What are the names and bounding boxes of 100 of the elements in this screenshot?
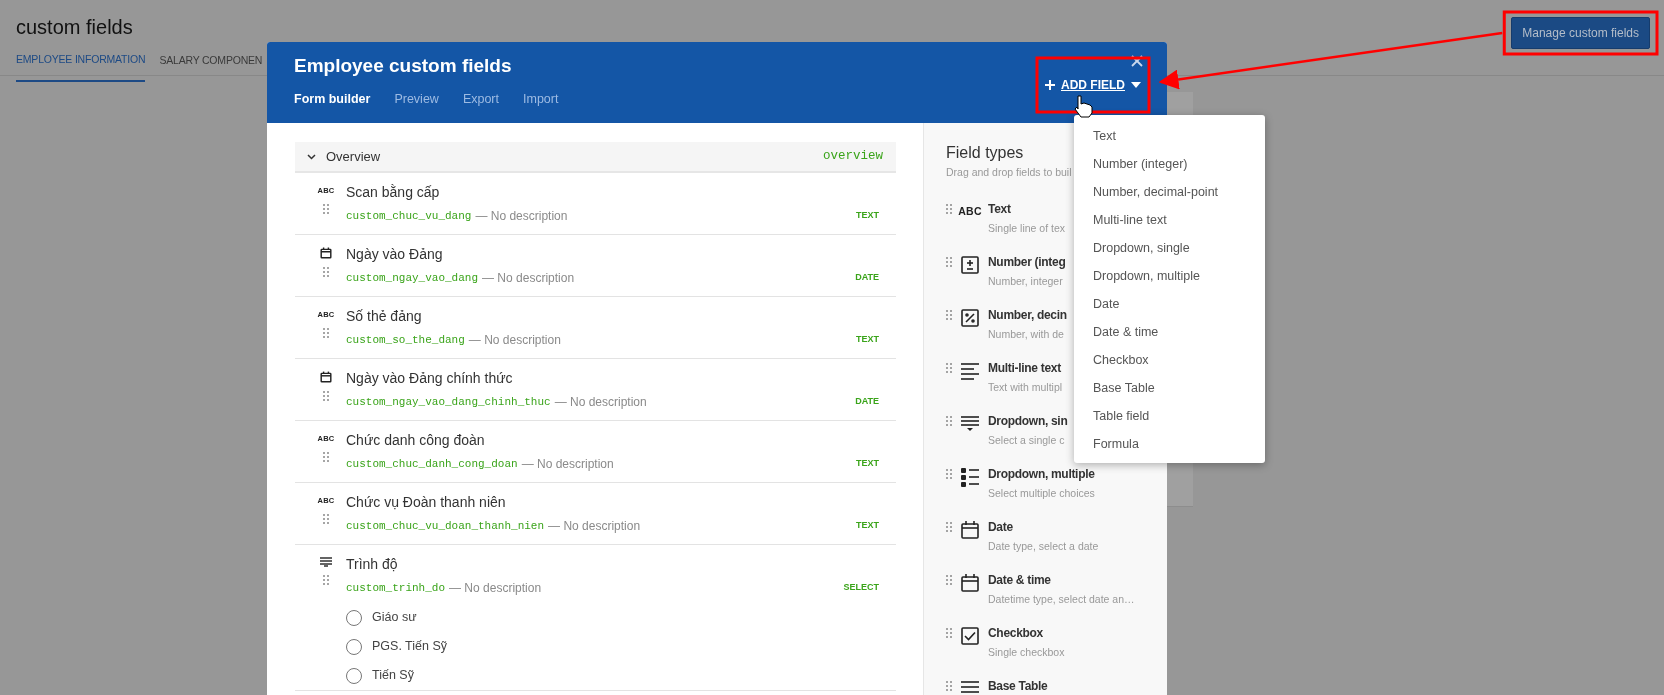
field-description: — No description <box>468 332 561 349</box>
field-type-description: Select a single c <box>988 432 1066 448</box>
dropdown-lines-icon <box>960 414 980 433</box>
field-code: custom_so_the_dang <box>346 332 465 348</box>
drag-handle-icon <box>946 309 952 320</box>
calendar-icon <box>320 247 332 259</box>
field-name: Ngày vào Đảng <box>346 245 444 264</box>
menu-item[interactable]: Number (integer) <box>1074 150 1265 178</box>
drag-handle-icon <box>323 391 329 401</box>
field-description: — No description <box>554 394 647 411</box>
abc-icon: ABC <box>958 203 982 220</box>
field-code: custom_trinh_do <box>346 580 446 596</box>
drag-handle-icon <box>323 204 329 215</box>
section-title: Overview <box>326 147 381 166</box>
menu-item[interactable]: Dropdown, multiple <box>1074 262 1265 290</box>
field-type-label: DATE <box>855 271 879 285</box>
field-type-description: Number, with de <box>988 326 1065 342</box>
drag-handle-icon <box>323 575 329 585</box>
panel-subtitle: Drag and drop fields to buil <box>946 165 1072 180</box>
modal-tab[interactable]: Preview <box>394 89 439 109</box>
menu-item[interactable]: Dropdown, single <box>1074 234 1265 262</box>
field-description: — No description <box>475 208 568 225</box>
bullet-list-icon <box>960 466 980 487</box>
menu-item[interactable]: Date & time <box>1074 318 1265 346</box>
drag-handle-icon <box>946 574 952 585</box>
drag-handle-icon <box>946 415 952 426</box>
field-type-description: Number, integer <box>988 273 1064 289</box>
drag-handle-icon <box>323 267 329 277</box>
field-description: — No description <box>521 456 614 473</box>
field-type-name: Dropdown, multiple <box>988 465 1095 483</box>
manage-button[interactable]: Manage custom fields <box>1511 17 1650 49</box>
percent-box-icon <box>960 307 980 328</box>
menu-item[interactable]: Multi-line text <box>1074 206 1265 234</box>
field-type-description: Single checkbox <box>988 644 1065 660</box>
menu-item[interactable]: Text <box>1074 122 1265 150</box>
drag-handle-icon <box>946 680 952 691</box>
field-name: Chức danh công đoàn <box>346 431 486 450</box>
drag-handle-icon <box>946 521 952 532</box>
section-code: overview <box>823 148 883 166</box>
caret-icon <box>1131 82 1141 88</box>
panel-title: Field types <box>946 143 1024 163</box>
section-header[interactable]: Overview overview <box>295 142 896 173</box>
field-code: custom_ngay_vao_dang <box>346 270 479 286</box>
modal-tab[interactable]: Import <box>523 89 559 109</box>
option-label: PGS. Tiến Sỹ <box>372 638 448 656</box>
drag-handle-icon <box>946 627 952 638</box>
field-description: — No description <box>548 518 641 535</box>
field-type-description: Date type, select a date <box>988 538 1099 554</box>
field-code: custom_chuc_danh_cong_doan <box>346 456 518 472</box>
calendar-icon <box>960 572 980 593</box>
field-type-name: Number (integ <box>988 253 1066 271</box>
field-type-name: Checkbox <box>988 624 1044 642</box>
drag-handle-icon <box>323 514 329 525</box>
menu-item[interactable]: Table field <box>1074 402 1265 430</box>
menu-item[interactable]: Formula <box>1074 430 1265 458</box>
field-name: Trình độ <box>346 555 399 574</box>
field-type-label: TEXT <box>856 333 879 347</box>
field-type-description: Text with multipl <box>988 379 1063 395</box>
field-type-name: Multi-line text <box>988 359 1062 377</box>
close-icon[interactable] <box>1131 55 1143 67</box>
field-code: custom_chuc_vu_doan_thanh_nien <box>346 518 545 534</box>
field-type-name: Dropdown, sin <box>988 412 1068 430</box>
list-lines-icon <box>320 557 332 567</box>
drag-handle-icon <box>323 452 329 463</box>
modal-tab[interactable]: Form builder <box>294 89 371 109</box>
modal-title: Employee custom fields <box>294 55 513 78</box>
drag-handle-icon <box>946 256 952 267</box>
field-type-name: Date & time <box>988 571 1052 589</box>
option-label: Giáo sư <box>372 609 417 627</box>
field-type-name: Date <box>988 518 1014 536</box>
field-description: — No description <box>449 580 542 597</box>
page-title: custom fields <box>16 15 133 40</box>
calendar-icon <box>320 371 332 383</box>
drag-handle-icon <box>946 362 952 373</box>
field-type-description: Datetime type, select date an… <box>988 591 1135 607</box>
drag-handle-icon <box>946 468 952 479</box>
menu-item[interactable]: Number, decimal-point <box>1074 178 1265 206</box>
drag-handle-icon <box>323 328 329 339</box>
plus-minus-box-icon <box>960 254 980 275</box>
drag-handle-icon <box>946 203 952 214</box>
menu-item[interactable]: Date <box>1074 290 1265 318</box>
text-lines-icon <box>960 361 980 380</box>
field-description: — No description <box>482 270 575 287</box>
field-type-label: TEXT <box>856 209 879 223</box>
field-type-name: Base Table <box>988 677 1048 695</box>
field-name: Ngày vào Đảng chính thức <box>346 369 514 388</box>
checkbox-icon <box>960 625 980 646</box>
page-tab[interactable]: SALARY COMPONEN <box>159 51 263 82</box>
add-field-button[interactable]: ADD FIELD <box>1045 76 1141 94</box>
field-type-label: SELECT <box>843 581 879 595</box>
calendar-icon <box>960 519 980 540</box>
menu-item[interactable]: Base Table <box>1074 374 1265 402</box>
field-name: Chức vụ Đoàn thanh niên <box>346 493 507 512</box>
field-type-description: Select multiple choices <box>988 485 1095 501</box>
modal-tab[interactable]: Export <box>462 89 499 109</box>
plus-icon <box>1045 80 1055 90</box>
field-name: Scan bằng cấp <box>346 183 441 202</box>
field-type-description: Single line of tex <box>988 220 1066 236</box>
menu-item[interactable]: Checkbox <box>1074 346 1265 374</box>
field-code: custom_chuc_vu_dang <box>346 208 472 224</box>
